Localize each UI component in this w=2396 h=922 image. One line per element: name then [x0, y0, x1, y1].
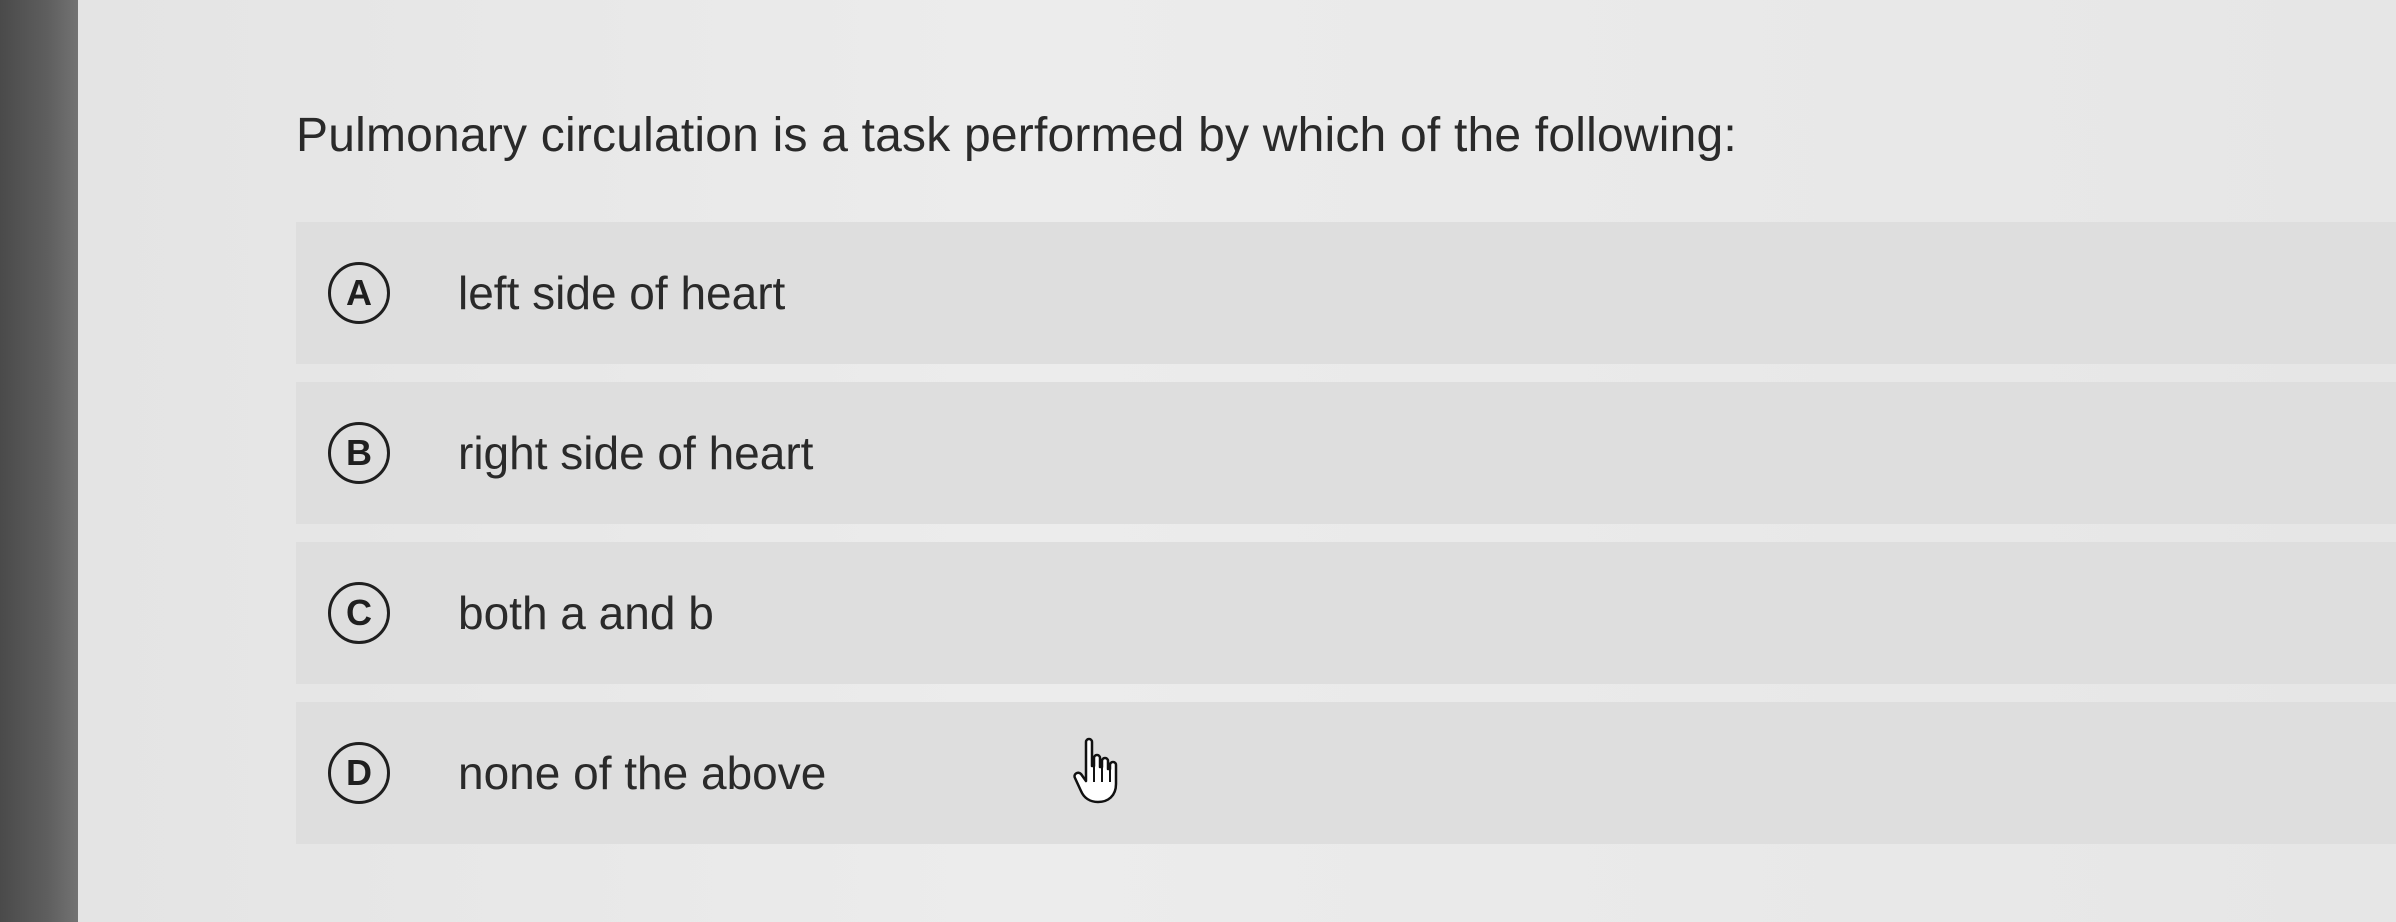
option-c-label: both a and b: [458, 587, 714, 639]
hand-pointer-icon: [1073, 737, 1118, 804]
answer-options: A left side of heart B right side of hea…: [296, 222, 2396, 862]
screen-bezel: [0, 0, 78, 922]
option-b-label: right side of heart: [458, 427, 814, 479]
question-text: Pulmonary circulation is a task performe…: [296, 109, 1737, 162]
option-d-label: none of the above: [458, 747, 827, 799]
option-a[interactable]: A left side of heart: [296, 222, 2396, 364]
option-b-radio[interactable]: B: [328, 422, 390, 484]
option-b[interactable]: B right side of heart: [296, 382, 2396, 524]
option-d[interactable]: D none of the above: [296, 702, 2396, 844]
option-d-radio[interactable]: D: [328, 742, 390, 804]
option-c-radio[interactable]: C: [328, 582, 390, 644]
option-c[interactable]: C both a and b: [296, 542, 2396, 684]
option-a-radio[interactable]: A: [328, 262, 390, 324]
option-a-label: left side of heart: [458, 267, 786, 319]
